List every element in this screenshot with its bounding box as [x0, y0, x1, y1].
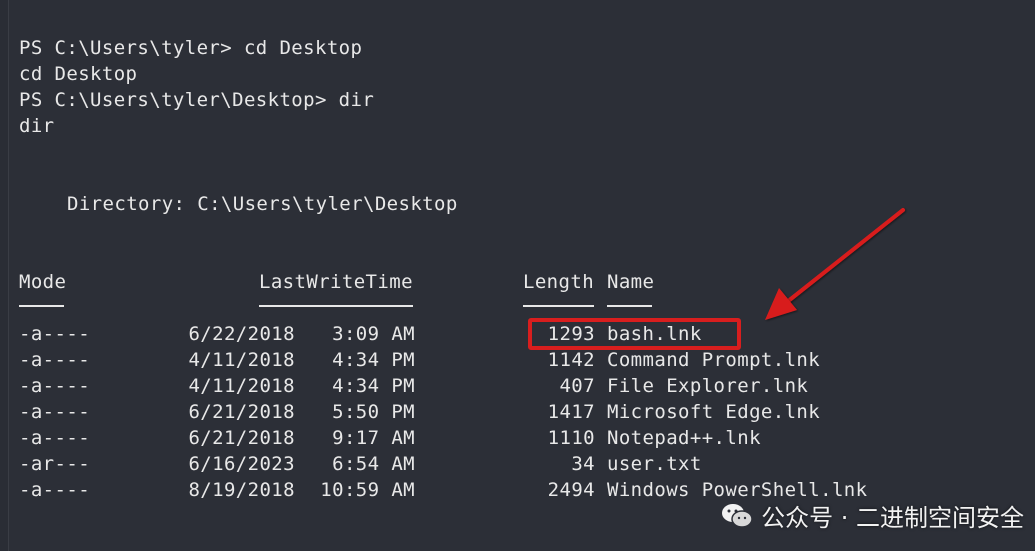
- row-name: user.txt: [607, 453, 702, 475]
- row-length: 1417: [547, 401, 595, 423]
- row-time: 4:34 PM: [332, 349, 415, 371]
- row-date: 6/22/2018: [188, 323, 295, 345]
- header-name: Name: [607, 271, 655, 293]
- header-underline-name: [607, 305, 652, 307]
- row-mode: -ar---: [19, 453, 91, 475]
- echo-line-1: cd Desktop: [19, 63, 138, 85]
- watermark-text: 公众号 · 二进制空间安全: [761, 504, 1024, 532]
- row-length: 407: [559, 375, 595, 397]
- row-time: 10:59 AM: [320, 479, 415, 501]
- prompt-line-1: PS C:\Users\tyler> cd Desktop: [19, 37, 363, 59]
- row-date: 4/11/2018: [188, 375, 295, 397]
- row-date: 4/11/2018: [188, 349, 295, 371]
- row-name: Microsoft Edge.lnk: [607, 401, 821, 423]
- annotation-arrow-icon: [765, 208, 905, 320]
- directory-heading: Directory: C:\Users\tyler\Desktop: [67, 193, 458, 215]
- row-length: 1110: [547, 427, 595, 449]
- row-time: 4:34 PM: [332, 375, 415, 397]
- row-date: 6/16/2023: [188, 453, 295, 475]
- row-length: 2494: [547, 479, 595, 501]
- row-time: 5:50 PM: [332, 401, 415, 423]
- row-length: 34: [571, 453, 595, 475]
- row-length: 1142: [547, 349, 595, 371]
- row-name: File Explorer.lnk: [607, 375, 809, 397]
- header-underline-length: [523, 305, 594, 307]
- header-mode: Mode: [19, 271, 67, 293]
- highlight-box: [528, 318, 741, 350]
- row-mode: -a----: [19, 349, 91, 371]
- row-mode: -a----: [19, 479, 91, 501]
- row-name: Command Prompt.lnk: [607, 349, 821, 371]
- row-date: 6/21/2018: [188, 401, 295, 423]
- header-length: Length: [523, 271, 595, 293]
- row-name: Notepad++.lnk: [607, 427, 761, 449]
- header-underline-mode: [19, 305, 64, 307]
- row-time: 3:09 AM: [332, 323, 415, 345]
- echo-line-2: dir: [19, 115, 55, 137]
- header-lastwritetime: LastWriteTime: [259, 271, 413, 293]
- row-time: 9:17 AM: [332, 427, 415, 449]
- wechat-icon: [722, 503, 753, 528]
- watermark: 公众号 · 二进制空间安全: [721, 498, 1024, 533]
- prompt-line-2: PS C:\Users\tyler\Desktop> dir: [19, 89, 375, 111]
- row-time: 6:54 AM: [332, 453, 415, 475]
- row-mode: -a----: [19, 323, 91, 345]
- row-mode: -a----: [19, 401, 91, 423]
- row-mode: -a----: [19, 427, 91, 449]
- row-date: 8/19/2018: [188, 479, 295, 501]
- terminal-window[interactable]: PS C:\Users\tyler> cd Desktop cd Desktop…: [8, 0, 1035, 551]
- row-mode: -a----: [19, 375, 91, 397]
- row-date: 6/21/2018: [188, 427, 295, 449]
- header-underline-lastwritetime: [259, 305, 413, 307]
